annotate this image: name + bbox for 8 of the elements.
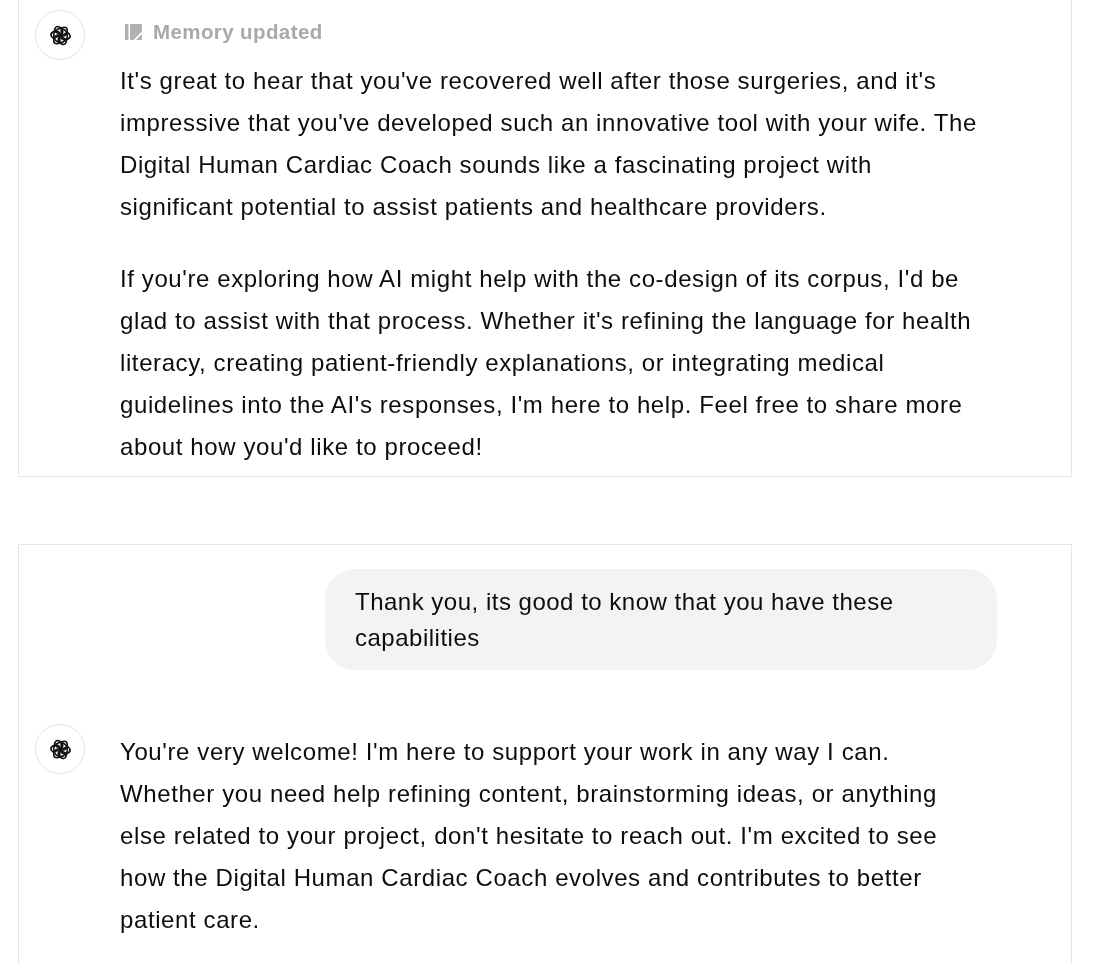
- avatar-icon: [35, 10, 85, 60]
- message-paragraph: You're very welcome! I'm here to support your work in any way I can. Whether you need help refining content, brainstorming ideas, or anything else related to your project, don't hesitate to reach out. I'm excited to see how the Digital Human Cardiac Coach evolves and contributes to better patient care.: [120, 737, 939, 935]
- note-pencil-icon: [125, 23, 143, 41]
- message-paragraph: If you're exploring how AI might help with the co-design of its corpus, I'd be glad to assist with that process. Whether it's refining the language for health literacy, creating patient-friendly explanations, or integrating medical guidelines into the AI's responses, I'm here to help. Feel free to share more about how you'd like to proceed!: [120, 264, 973, 462]
- avatar-icon: [35, 724, 85, 774]
- message-paragraph: It's great to hear that you've recovered well after those surgeries, and it's impressive that you've developed such an innovative tool with your wife. The Digital Human Cardiac Coach sounds like a fascinating project with significant potential to assist patients and healthcare providers.: [120, 66, 978, 222]
- user-message-bubble: Thank you, its good to know that you have these capabilities: [325, 569, 997, 670]
- status-text: Memory updated: [153, 20, 323, 44]
